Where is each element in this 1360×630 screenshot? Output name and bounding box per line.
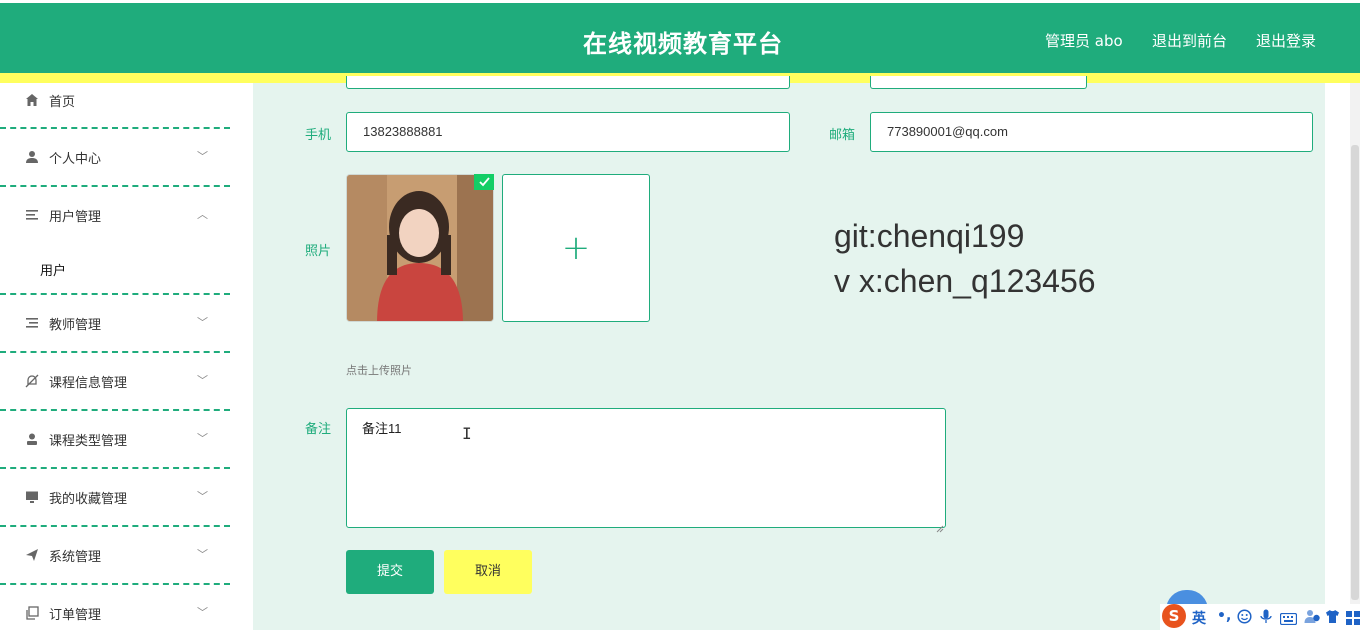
grid-icon[interactable] bbox=[1346, 610, 1360, 629]
sidebar-item-user-management[interactable]: 用户管理 ︿ bbox=[0, 198, 230, 234]
menu-divider bbox=[0, 525, 230, 527]
menu-divider bbox=[0, 583, 230, 585]
main-content bbox=[253, 83, 1325, 630]
previous-field-input[interactable] bbox=[870, 76, 1087, 89]
emoji-icon[interactable] bbox=[1237, 609, 1252, 628]
sidebar-item-home[interactable]: 首页 bbox=[0, 83, 230, 119]
sidebar-item-label: 我的收藏管理 bbox=[49, 492, 128, 507]
menu-divider bbox=[0, 467, 230, 469]
phone-label: 手机 bbox=[305, 128, 332, 143]
plus-icon: + bbox=[561, 228, 591, 268]
admin-user-label[interactable]: 管理员 abo bbox=[1045, 30, 1123, 51]
upload-hint: 点击上传照片 bbox=[346, 364, 412, 377]
menu-divider bbox=[0, 351, 230, 353]
chevron-down-icon: ﹀ bbox=[197, 606, 208, 619]
list-icon bbox=[24, 316, 40, 332]
phone-input[interactable]: 13823888881 bbox=[346, 112, 790, 152]
remark-textarea[interactable]: 备注11 bbox=[346, 408, 946, 528]
keyboard-icon[interactable] bbox=[1279, 610, 1298, 629]
sidebar-item-order-management[interactable]: 订单管理 ﹀ bbox=[0, 596, 230, 630]
person-icon bbox=[24, 150, 40, 166]
text-cursor-icon: I bbox=[462, 424, 472, 443]
menu-divider bbox=[0, 293, 230, 295]
chevron-down-icon: ﹀ bbox=[197, 490, 208, 503]
sidebar-item-label: 课程信息管理 bbox=[49, 376, 128, 391]
chevron-down-icon: ﹀ bbox=[197, 432, 208, 445]
mic-icon[interactable] bbox=[1260, 609, 1272, 628]
chevron-up-icon: ︿ bbox=[197, 208, 208, 221]
overlay-text-line2: v x:chen_q123456 bbox=[834, 263, 1096, 299]
monitor-icon bbox=[24, 490, 40, 506]
bell-off-icon bbox=[24, 374, 40, 390]
sidebar-item-favorites-management[interactable]: 我的收藏管理 ﹀ bbox=[0, 480, 230, 516]
site-title: 在线视频教育平台 bbox=[583, 30, 783, 58]
submit-button[interactable]: 提交 bbox=[346, 550, 434, 594]
sidebar-item-label: 订单管理 bbox=[49, 608, 102, 623]
uploaded-photo[interactable] bbox=[346, 174, 494, 322]
chevron-down-icon: ﹀ bbox=[197, 316, 208, 329]
chevron-down-icon: ﹀ bbox=[197, 548, 208, 561]
copy-icon bbox=[24, 606, 40, 622]
list-icon bbox=[24, 208, 40, 224]
sidebar-item-label: 教师管理 bbox=[49, 318, 102, 333]
chevron-down-icon: ﹀ bbox=[197, 374, 208, 387]
upload-photo-button[interactable]: + bbox=[502, 174, 650, 322]
send-icon bbox=[24, 548, 40, 564]
photo-label: 照片 bbox=[305, 244, 332, 259]
ime-mode-toggle[interactable]: 英 bbox=[1192, 608, 1206, 628]
menu-divider bbox=[0, 127, 230, 129]
sidebar-item-course-info-management[interactable]: 课程信息管理 ﹀ bbox=[0, 364, 230, 400]
sidebar-item-teacher-management[interactable]: 教师管理 ﹀ bbox=[0, 306, 230, 342]
previous-field-input[interactable] bbox=[346, 76, 790, 89]
user-icon bbox=[24, 432, 40, 448]
sidebar-item-system-management[interactable]: 系统管理 ﹀ bbox=[0, 538, 230, 574]
cancel-button[interactable]: 取消 bbox=[444, 550, 532, 594]
sidebar-item-label: 系统管理 bbox=[49, 550, 102, 565]
logout-link[interactable]: 退出登录 bbox=[1256, 30, 1316, 51]
sidebar-item-course-type-management[interactable]: 课程类型管理 ﹀ bbox=[0, 422, 230, 458]
shirt-icon[interactable] bbox=[1325, 609, 1340, 628]
chevron-down-icon: ﹀ bbox=[197, 150, 208, 163]
sidebar-item-personal-center[interactable]: 个人中心 ﹀ bbox=[0, 140, 230, 176]
resize-handle-icon[interactable] bbox=[936, 518, 944, 533]
sidebar-item-label: 首页 bbox=[49, 95, 76, 110]
scrollbar-thumb[interactable] bbox=[1351, 145, 1359, 600]
email-input[interactable]: 773890001@qq.com bbox=[870, 112, 1313, 152]
sidebar-item-label: 个人中心 bbox=[49, 152, 102, 167]
menu-divider bbox=[0, 409, 230, 411]
check-icon bbox=[474, 174, 494, 190]
remark-label: 备注 bbox=[305, 422, 332, 437]
menu-divider bbox=[0, 185, 230, 187]
ime-punct-toggle[interactable]: •, bbox=[1217, 608, 1231, 624]
sidebar-item-label: 用户管理 bbox=[49, 210, 102, 225]
submenu-item-user[interactable]: 用户 bbox=[40, 260, 66, 279]
home-icon bbox=[24, 93, 40, 109]
back-to-front-link[interactable]: 退出到前台 bbox=[1152, 30, 1227, 51]
overlay-text-line1: git:chenqi199 bbox=[834, 218, 1025, 254]
email-label: 邮箱 bbox=[829, 128, 856, 143]
user-icon[interactable] bbox=[1304, 609, 1321, 628]
sogou-logo-icon[interactable]: S bbox=[1162, 604, 1186, 628]
sidebar-item-label: 课程类型管理 bbox=[49, 434, 128, 449]
